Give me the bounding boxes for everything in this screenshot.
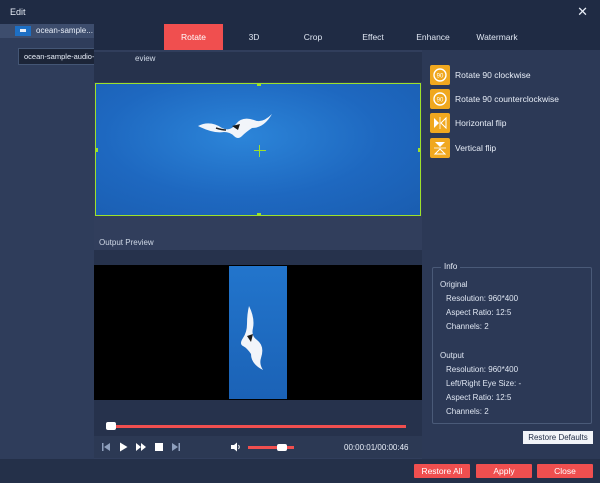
stop-icon[interactable] [153,441,165,453]
output-video [229,266,287,399]
svg-text:90: 90 [437,98,444,104]
file-name: ocean-sample... [36,26,93,35]
rotate-counterclockwise-button[interactable]: 90 Rotate 90 counterclockwise [430,89,559,109]
rotate-clockwise-button[interactable]: 90 Rotate 90 clockwise [430,65,531,85]
tab-enhance[interactable]: Enhance [404,24,462,50]
original-heading: Original [440,280,468,289]
original-video-frame[interactable] [95,83,421,216]
original-resolution: Resolution: 960*400 [446,294,519,303]
rotate-clockwise-icon: 90 [430,65,450,85]
info-title: Info [441,262,461,271]
rotate-counterclockwise-label: Rotate 90 counterclockwise [455,94,559,104]
close-button[interactable]: Close [537,464,593,478]
output-eye-size: Left/Right Eye Size: - [446,379,522,388]
original-aspect-ratio: Aspect Ratio: 12:5 [446,308,512,317]
original-preview-label: eview [135,54,156,63]
tab-watermark[interactable]: Watermark [464,24,530,50]
output-channels: Channels: 2 [446,407,489,416]
horizontal-flip-label: Horizontal flip [455,118,507,128]
output-preview-strip [94,250,422,265]
crop-handle-bottom[interactable] [257,213,261,215]
output-preview-label: Output Preview [99,238,154,247]
bird-image [241,306,263,370]
file-list-panel: ocean-sample... ocean-sample-audio-mp4.m… [0,24,132,459]
output-heading: Output [440,351,465,360]
rotate-counterclockwise-icon: 90 [430,89,450,109]
tab-effect[interactable]: Effect [344,24,402,50]
svg-text:90: 90 [437,74,444,80]
horizontal-flip-button[interactable]: Horizontal flip [430,113,507,133]
fast-forward-icon[interactable] [135,441,147,453]
file-list-item[interactable]: ocean-sample... [0,24,94,38]
close-icon[interactable]: ✕ [577,4,588,20]
bird-image [198,114,272,138]
horizontal-flip-icon [430,113,450,133]
title-bar: Edit ✕ [0,0,600,24]
edit-tabs: Rotate 3D Crop Effect Enhance Watermark [94,24,600,50]
player-controls: 00:00:01/00:00:46 [94,436,422,458]
tab-3d[interactable]: 3D [224,24,284,50]
progress-track[interactable] [106,425,406,428]
restore-all-button[interactable]: Restore All [414,464,470,478]
crop-center-crosshair[interactable] [254,145,266,157]
window-title: Edit [10,7,26,17]
file-thumbnail-icon [15,26,31,36]
crop-handle-top[interactable] [257,84,261,86]
tab-rotate[interactable]: Rotate [164,24,223,50]
timeline[interactable] [94,400,422,436]
output-aspect-ratio: Aspect Ratio: 12:5 [446,393,512,402]
crop-handle-left[interactable] [96,148,98,152]
original-channels: Channels: 2 [446,322,489,331]
progress-knob[interactable] [106,422,116,430]
play-icon[interactable] [117,441,129,453]
rotate-clockwise-label: Rotate 90 clockwise [455,70,531,80]
restore-defaults-button[interactable]: Restore Defaults [523,431,593,444]
volume-knob[interactable] [276,444,287,451]
output-resolution: Resolution: 960*400 [446,365,519,374]
vertical-flip-label: Vertical flip [455,143,497,153]
vertical-flip-button[interactable]: Vertical flip [430,138,496,158]
skip-back-icon[interactable] [100,441,112,453]
output-video-frame [94,265,422,400]
original-preview-strip [94,66,422,82]
crop-handle-right[interactable] [418,148,420,152]
volume-slider[interactable] [248,446,294,449]
vertical-flip-icon [430,138,450,158]
apply-button[interactable]: Apply [476,464,532,478]
skip-forward-icon[interactable] [170,441,182,453]
tab-crop[interactable]: Crop [284,24,342,50]
volume-icon[interactable] [230,441,242,453]
timecode: 00:00:01/00:00:46 [344,443,409,452]
